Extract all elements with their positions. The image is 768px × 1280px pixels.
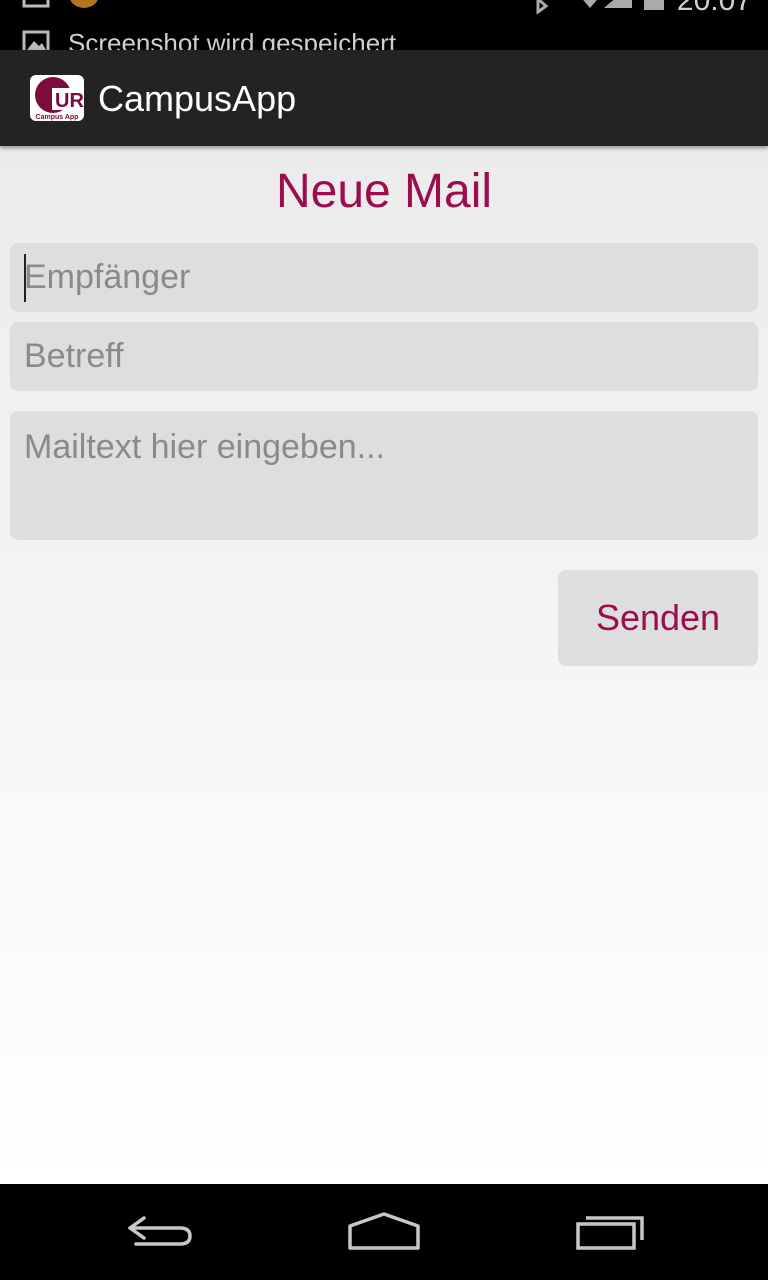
back-button[interactable] [112,1202,208,1262]
home-button[interactable] [336,1202,432,1262]
status-bar: Screenshot wird gespeichert 20:07 [0,0,768,50]
back-icon [128,1216,192,1246]
send-button[interactable]: Senden [558,570,758,666]
home-icon [348,1212,420,1250]
image-icon [22,30,50,50]
wifi-icon [583,0,597,8]
status-time: 20:07 [676,0,752,17]
logo-text: UR [55,90,84,112]
logo-subtext: Campus App [36,114,79,121]
screenshot-notification-icon [22,0,50,8]
ur-logo-icon: UR Campus App [35,77,84,121]
recent-apps-button[interactable] [562,1202,658,1262]
app-logo[interactable]: UR Campus App [30,75,84,121]
compose-mail-screen: Neue Mail Senden [0,146,768,1184]
recipient-input[interactable] [10,243,758,312]
battery-icon [644,0,664,10]
page-title: Neue Mail [275,165,493,218]
subject-input[interactable] [10,322,758,391]
app-title: CampusApp [98,78,297,119]
text-cursor [24,254,26,302]
recent-apps-icon [576,1216,644,1250]
signal-icon [604,0,632,8]
navigation-bar [0,1184,768,1280]
app-notification-icon [70,0,98,8]
notification-text: Screenshot wird gespeichert [68,28,397,50]
mail-body-input[interactable] [10,411,758,540]
bluetooth-icon [536,0,549,14]
action-bar: UR Campus App CampusApp [0,50,768,146]
